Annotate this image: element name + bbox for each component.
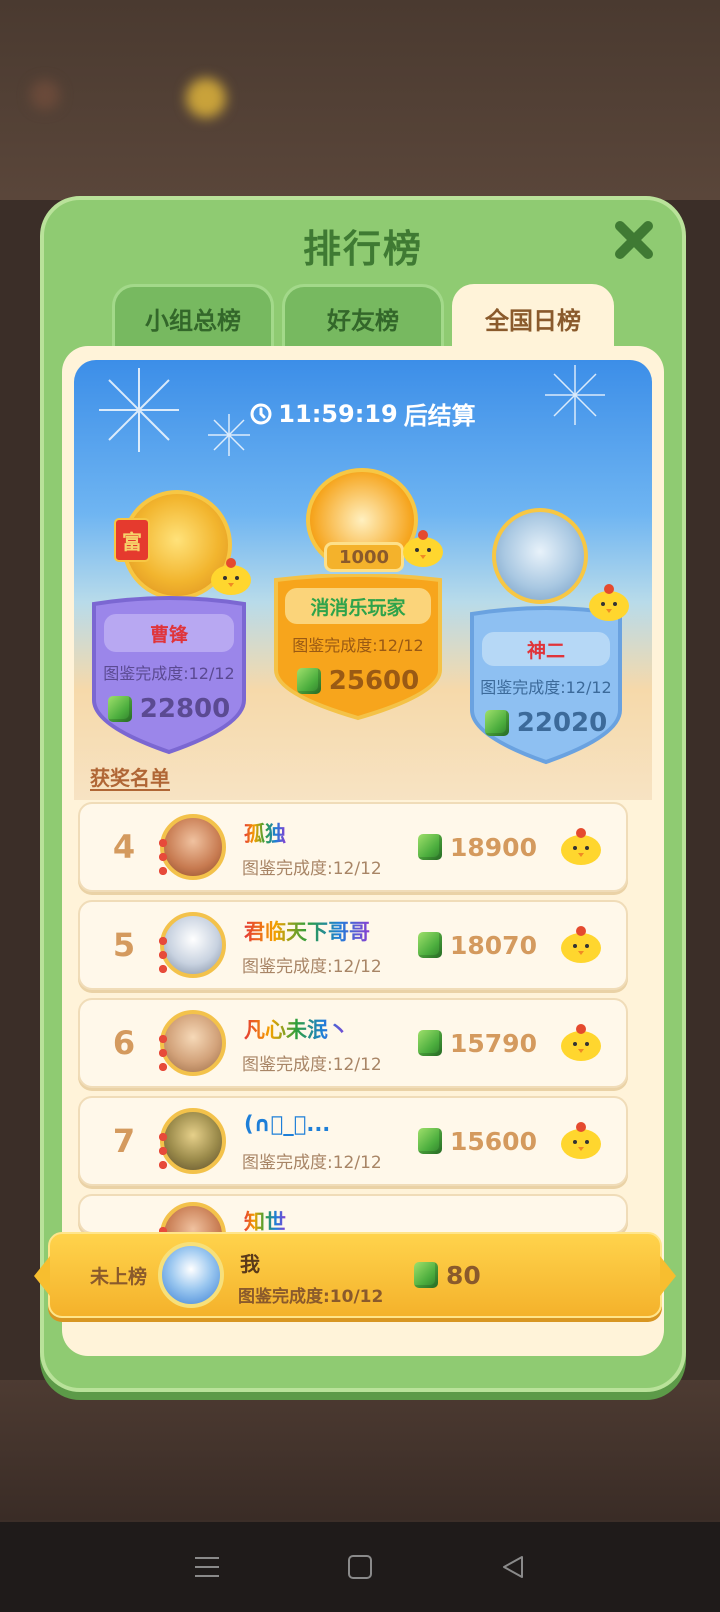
tab-friends[interactable]: 好友榜 bbox=[282, 284, 444, 350]
third-place-card[interactable]: 神二 图鉴完成度:12/12 22020 bbox=[466, 606, 626, 766]
second-place-card[interactable]: 曹锋 图鉴完成度:12/12 22800 bbox=[88, 596, 250, 756]
background-decoration bbox=[30, 80, 60, 110]
player-progress: 图鉴完成度:12/12 bbox=[242, 1055, 382, 1075]
menu-icon bbox=[194, 1557, 219, 1577]
cube-icon bbox=[107, 696, 132, 722]
first-place-progress: 图鉴完成度:12/12 bbox=[292, 636, 424, 655]
cube-icon bbox=[418, 1030, 442, 1056]
player-avatar[interactable] bbox=[156, 912, 226, 978]
second-place-name: 曹锋 bbox=[104, 614, 234, 652]
cube-icon bbox=[414, 1262, 438, 1288]
player-score: 15790 bbox=[418, 1000, 537, 1086]
back-button[interactable] bbox=[493, 1547, 533, 1587]
ranking-row[interactable]: 7 (∩᳚_᳚... 图鉴完成度:12/12 15600 bbox=[78, 1096, 628, 1186]
player-progress: 图鉴完成度:12/12 bbox=[242, 957, 382, 977]
row-rank: 6 bbox=[112, 1024, 136, 1062]
cube-icon bbox=[418, 834, 442, 860]
my-rank-status: 未上榜 bbox=[90, 1265, 148, 1288]
first-place-badge-label: 1000 bbox=[338, 546, 390, 568]
player-avatar[interactable] bbox=[156, 1010, 226, 1076]
player-avatar[interactable] bbox=[156, 1202, 226, 1232]
my-avatar[interactable] bbox=[158, 1242, 224, 1308]
player-score: 18900 bbox=[418, 804, 537, 890]
podium-area: 11:59:19 后结算 富 曹锋 图鉴完成度:12/12 22800 1000… bbox=[74, 360, 652, 800]
ranking-row[interactable]: 6 凡心未泯丶 图鉴完成度:12/12 15790 bbox=[78, 998, 628, 1088]
red-packet-label: 富 bbox=[122, 529, 142, 554]
chick-icon[interactable] bbox=[558, 826, 604, 866]
close-button[interactable] bbox=[612, 218, 656, 262]
settlement-timer: 11:59:19 后结算 bbox=[74, 396, 652, 431]
player-avatar[interactable] bbox=[156, 1108, 226, 1174]
player-score: 15600 bbox=[418, 1098, 537, 1184]
tab-group-total[interactable]: 小组总榜 bbox=[112, 284, 274, 350]
row-rank: 5 bbox=[112, 926, 136, 964]
ranking-list: 4 孤独 图鉴完成度:12/12 18900 5 君临天下哥哥 图鉴完成度:12… bbox=[78, 802, 628, 1242]
row-rank: 7 bbox=[112, 1122, 136, 1160]
game-background-bottom bbox=[0, 1380, 720, 1520]
tab-bar: 小组总榜 好友榜 全国日榜 bbox=[112, 284, 614, 350]
ribbon-left-icon bbox=[34, 1256, 50, 1296]
cube-icon bbox=[484, 710, 509, 736]
menu-button[interactable] bbox=[187, 1547, 227, 1587]
leaderboard-panel: 排行榜 小组总榜 好友榜 全国日榜 11:59:19 后结算 富 曹锋 图鉴完成… bbox=[40, 196, 686, 1392]
chick-icon[interactable] bbox=[558, 1120, 604, 1160]
ranking-row[interactable]: 5 君临天下哥哥 图鉴完成度:12/12 18070 bbox=[78, 900, 628, 990]
ribbon-right-icon bbox=[660, 1256, 676, 1296]
first-place-score: 25600 bbox=[270, 666, 446, 696]
ranking-row[interactable]: 4 孤独 图鉴完成度:12/12 18900 bbox=[78, 802, 628, 892]
third-place-score: 22020 bbox=[466, 708, 626, 738]
chick-icon bbox=[211, 558, 251, 595]
row-rank: 4 bbox=[112, 828, 136, 866]
my-ranking-row[interactable]: 未上榜 我 图鉴完成度:10/12 80 bbox=[34, 1232, 676, 1318]
tab-national-daily[interactable]: 全国日榜 bbox=[452, 284, 614, 350]
player-name: 君临天下哥哥 bbox=[244, 916, 370, 946]
close-icon bbox=[615, 221, 653, 259]
player-progress: 图鉴完成度:12/12 bbox=[242, 1153, 382, 1173]
home-square-icon bbox=[347, 1555, 372, 1579]
winners-list-link[interactable]: 获奖名单 bbox=[90, 762, 170, 791]
chick-icon bbox=[589, 584, 629, 621]
my-score: 80 bbox=[414, 1234, 481, 1316]
player-avatar[interactable] bbox=[156, 814, 226, 880]
my-name: 我 bbox=[240, 1252, 260, 1276]
second-place-progress: 图鉴完成度:12/12 bbox=[103, 664, 235, 683]
timer-suffix: 后结算 bbox=[403, 402, 476, 430]
first-place-name: 消消乐玩家 bbox=[285, 588, 431, 624]
chick-icon[interactable] bbox=[558, 924, 604, 964]
my-progress: 图鉴完成度:10/12 bbox=[238, 1287, 384, 1307]
home-button[interactable] bbox=[340, 1547, 380, 1587]
player-score: 18070 bbox=[418, 902, 537, 988]
second-place-score: 22800 bbox=[88, 694, 250, 724]
chick-icon[interactable] bbox=[558, 1022, 604, 1062]
cube-icon bbox=[296, 668, 321, 694]
first-place-card[interactable]: 消消乐玩家 图鉴完成度:12/12 25600 bbox=[270, 574, 446, 722]
player-name: 凡心未泯丶 bbox=[244, 1014, 349, 1044]
cube-icon bbox=[418, 1128, 442, 1154]
timer-time: 11:59:19 bbox=[278, 399, 398, 428]
player-name: (∩᳚_᳚... bbox=[244, 1112, 331, 1136]
second-place-red-packet-icon: 富 bbox=[114, 518, 150, 562]
player-name: 知世 bbox=[244, 1206, 286, 1232]
background-coin-icon bbox=[186, 78, 226, 118]
system-navigation-bar bbox=[0, 1522, 720, 1612]
chick-icon bbox=[403, 530, 443, 567]
third-place-name: 神二 bbox=[482, 632, 610, 666]
first-place-badge: 1000 bbox=[324, 542, 404, 572]
clock-icon bbox=[250, 403, 272, 424]
leaderboard-board: 11:59:19 后结算 富 曹锋 图鉴完成度:12/12 22800 1000… bbox=[62, 346, 664, 1356]
third-place-avatar[interactable] bbox=[492, 508, 588, 604]
third-place-progress: 图鉴完成度:12/12 bbox=[480, 678, 612, 697]
player-progress: 图鉴完成度:12/12 bbox=[242, 859, 382, 879]
panel-title: 排行榜 bbox=[302, 227, 423, 271]
back-triangle-icon bbox=[503, 1556, 524, 1578]
cube-icon bbox=[418, 932, 442, 958]
ranking-row[interactable]: 知世 bbox=[78, 1194, 628, 1234]
player-name: 孤独 bbox=[244, 818, 286, 848]
game-background-top bbox=[0, 0, 720, 200]
